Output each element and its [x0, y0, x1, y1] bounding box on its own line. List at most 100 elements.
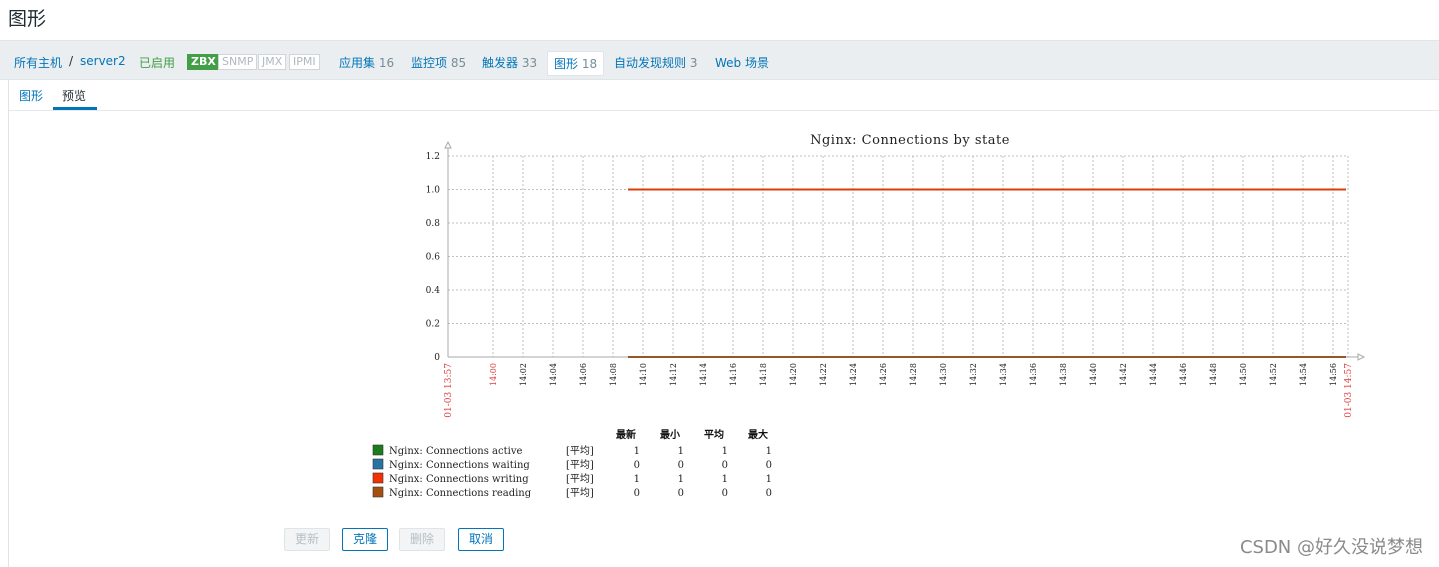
- legend-value: 0: [722, 488, 728, 499]
- tab-preview[interactable]: 预览: [62, 87, 86, 104]
- legend-value: 1: [678, 474, 684, 485]
- tab-graph[interactable]: 图形: [19, 87, 43, 104]
- x-tick-label: 14:46: [1179, 363, 1188, 386]
- legend-value: 1: [634, 446, 640, 457]
- legend-function: [平均]: [566, 445, 594, 457]
- host-status[interactable]: 已启用: [139, 54, 175, 71]
- x-tick-label: 14:14: [699, 363, 708, 386]
- chart-title: Nginx: Connections by state: [810, 133, 1010, 148]
- x-tick-label: 14:04: [549, 363, 558, 386]
- legend-value: 0: [678, 488, 684, 499]
- graph-preview: Nginx: Connections by state 0 0.2 0.4 0.6 0.8…: [372, 133, 1366, 499]
- x-tick-label: 14:20: [789, 363, 798, 386]
- x-tick-label: 14:08: [609, 363, 618, 386]
- x-tick-label: 14:22: [819, 363, 828, 386]
- legend-swatch: [372, 458, 384, 470]
- x-end-label: 01-03 14:57: [1344, 363, 1354, 418]
- x-tick-label: 14:38: [1059, 363, 1068, 386]
- page-title: 图形: [8, 8, 47, 30]
- legend-swatch: [372, 486, 384, 498]
- update-button[interactable]: 更新: [284, 528, 331, 551]
- active-tab-indicator: [53, 107, 97, 110]
- legend-header: 最小: [660, 428, 680, 441]
- x-tick-label: 14:44: [1149, 363, 1158, 386]
- legend-value: 1: [766, 446, 772, 457]
- snmp-badge: SNMP: [218, 54, 258, 70]
- legend-value: 1: [722, 474, 728, 485]
- legend-header: 最大: [748, 428, 768, 441]
- y-tick-label: 1.0: [426, 186, 441, 196]
- x-tick-label: 14:00: [489, 363, 498, 386]
- x-tick-label: 14:40: [1089, 363, 1098, 386]
- watermark: CSDN @好久没说梦想: [1239, 537, 1423, 558]
- y-tick-label: 0.2: [426, 320, 440, 330]
- legend-value: 1: [722, 446, 728, 457]
- legend-swatch: [372, 444, 384, 456]
- all-hosts-link[interactable]: 所有主机: [14, 54, 62, 71]
- discovery-rules-link[interactable]: 自动发现规则 3: [614, 54, 697, 71]
- ipmi-badge: IPMI: [289, 54, 320, 70]
- x-tick-label: 14:26: [879, 363, 888, 386]
- legend-series-name: Nginx: Connections active: [389, 446, 522, 457]
- legend-function: [平均]: [566, 473, 594, 485]
- legend-series-name: Nginx: Connections reading: [389, 488, 532, 499]
- x-tick-label: 14:34: [999, 363, 1008, 386]
- y-tick-label: 1.2: [426, 152, 440, 162]
- form-tabs: 图形 预览: [9, 80, 1439, 111]
- legend-value: 0: [766, 460, 772, 471]
- x-tick-label: 14:06: [579, 363, 588, 386]
- x-axis-arrow: [1357, 353, 1366, 361]
- x-tick-label: 14:52: [1269, 363, 1278, 386]
- x-tick-label: 14:32: [969, 363, 978, 386]
- x-tick-label: 14:30: [939, 363, 948, 386]
- legend-series-name: Nginx: Connections writing: [389, 474, 529, 485]
- clone-button[interactable]: 克隆: [342, 528, 389, 551]
- legend-header: 平均: [704, 428, 724, 441]
- y-axis-arrow: [444, 140, 452, 149]
- legend-header: 最新: [616, 428, 636, 441]
- legend-swatch: [372, 472, 384, 484]
- web-scenarios-link[interactable]: Web 场景: [715, 54, 769, 71]
- host-link[interactable]: server2: [80, 54, 126, 68]
- zbx-badge: ZBX: [187, 54, 220, 70]
- x-tick-label: 14:02: [519, 363, 528, 386]
- x-tick-label: 14:10: [639, 363, 648, 386]
- delete-button[interactable]: 删除: [399, 528, 446, 551]
- jmx-badge: JMX: [258, 54, 287, 70]
- legend-value: 0: [634, 488, 640, 499]
- legend-value: 1: [766, 474, 772, 485]
- y-tick-label: 0: [434, 353, 440, 363]
- legend-value: 0: [634, 460, 640, 471]
- x-start-label: 01-03 13:57: [444, 363, 454, 418]
- x-tick-label: 14:12: [669, 363, 678, 386]
- x-tick-label: 14:16: [729, 363, 738, 386]
- x-tick-label: 14:50: [1239, 363, 1248, 386]
- cancel-button[interactable]: 取消: [458, 528, 505, 551]
- breadcrumb-separator: /: [69, 54, 74, 68]
- legend-value: 1: [678, 446, 684, 457]
- legend-value: 1: [634, 474, 640, 485]
- x-tick-label: 14:56: [1329, 363, 1338, 386]
- legend-value: 0: [678, 460, 684, 471]
- legend-value: 0: [766, 488, 772, 499]
- triggers-link[interactable]: 触发器 33: [482, 54, 537, 71]
- x-tick-label: 14:18: [759, 363, 768, 386]
- y-tick-label: 0.4: [426, 286, 441, 296]
- items-link[interactable]: 监控项 85: [411, 54, 466, 71]
- host-navigation: 所有主机 / server2 已启用 ZBX SNMP JMX IPMI 应用集…: [0, 40, 1439, 80]
- legend-function: [平均]: [566, 459, 594, 471]
- graph-form-container: 图形 预览 Nginx: Connections by state 0 0.2 0.4…: [8, 80, 1439, 567]
- applications-link[interactable]: 应用集 16: [339, 54, 394, 71]
- legend-series-name: Nginx: Connections waiting: [389, 460, 530, 471]
- x-tick-label: 14:36: [1029, 363, 1038, 386]
- y-tick-label: 0.6: [426, 253, 441, 263]
- x-tick-label: 14:54: [1299, 363, 1308, 386]
- x-tick-label: 14:42: [1119, 363, 1128, 386]
- legend-function: [平均]: [566, 487, 594, 499]
- x-tick-label: 14:24: [849, 363, 858, 386]
- legend-value: 0: [722, 460, 728, 471]
- y-tick-label: 0.8: [426, 219, 441, 229]
- x-tick-label: 14:48: [1209, 363, 1218, 386]
- x-tick-label: 14:28: [909, 363, 918, 386]
- graphs-link[interactable]: 图形 18: [547, 51, 605, 76]
